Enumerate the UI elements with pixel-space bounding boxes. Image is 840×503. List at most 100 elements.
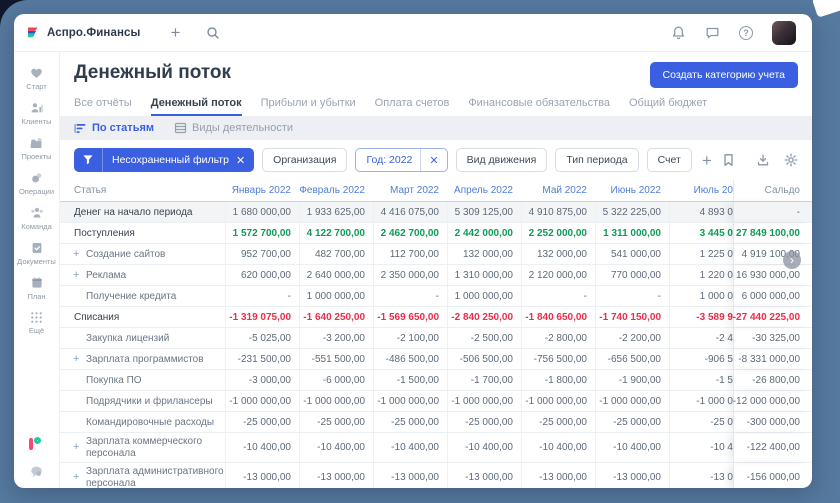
expand-row-icon[interactable]: + [73, 248, 86, 260]
filter-chip-4[interactable]: Вид движения [456, 148, 548, 172]
search-icon[interactable] [206, 26, 220, 40]
operations-icon [29, 171, 44, 185]
table-row: +Зарплата программистов-231 500,00-551 5… [60, 349, 812, 370]
cell-value: -10 400,00 [521, 433, 595, 462]
bell-icon[interactable] [671, 25, 686, 40]
cell-value: -1 569 650,00 [373, 307, 447, 327]
column-header-month[interactable]: Июль 20 [669, 180, 733, 201]
view-subtabs: По статьям Виды деятельности [60, 116, 812, 140]
cell-value: -2 500,00 [447, 328, 521, 348]
cell-value: 1 220 0 [669, 265, 733, 285]
sidebar-item-4[interactable]: Операции [14, 166, 59, 201]
cell-value: -13 000,00 [373, 463, 447, 488]
column-header-month[interactable]: Январь 2022 [225, 180, 299, 201]
tab-5[interactable]: Финансовые обязательства [468, 97, 610, 116]
tab-4[interactable]: Оплата счетов [375, 97, 450, 116]
expand-row-icon[interactable]: + [73, 441, 86, 454]
cell-value: -1 000 000,00 [299, 391, 373, 411]
app-logo-icon [26, 26, 40, 40]
column-header-month[interactable]: Март 2022 [373, 180, 447, 201]
cell-value: -13 000,00 [299, 463, 373, 488]
gear-icon[interactable] [784, 153, 798, 167]
subtab-1[interactable]: По статьям [74, 122, 154, 134]
cashflow-table: СтатьяЯнварь 2022Февраль 2022Март 2022Ап… [60, 180, 812, 488]
sidebar-item-2[interactable]: Клиенты [14, 96, 59, 131]
column-header-month[interactable]: Май 2022 [521, 180, 595, 201]
cell-saldo: 16 930 000,00 [733, 265, 812, 285]
table-row: +Зарплата административного персонала-13… [60, 463, 812, 488]
bookmark-icon[interactable] [722, 153, 735, 167]
more-grid-icon [30, 311, 43, 324]
tab-2[interactable]: Денежный поток [151, 97, 242, 116]
chat-icon[interactable] [705, 25, 720, 40]
expand-row-icon[interactable]: + [73, 353, 86, 365]
sidebar-item-1[interactable]: Старт [14, 61, 59, 96]
cell-value: 1 311 000,00 [595, 223, 669, 243]
sidebar-item-7[interactable]: План [14, 271, 59, 306]
cell-saldo: -12 000 000,00 [733, 391, 812, 411]
expand-row-icon[interactable]: + [73, 269, 86, 281]
cell-value: 4 416 075,00 [373, 202, 447, 222]
aspro-product-logo[interactable] [29, 437, 45, 451]
cell-value: -25 000,00 [521, 412, 595, 432]
add-icon[interactable]: + [170, 24, 180, 41]
filter-chip-3[interactable]: Год: 2022✕ [355, 148, 447, 172]
tab-3[interactable]: Прибыли и убытки [261, 97, 356, 116]
report-tabs: Все отчёты Денежный поток Прибыли и убытки… [60, 88, 812, 116]
cell-saldo: - [733, 202, 812, 222]
row-label: Подрядчики и фрилансеры [86, 396, 213, 407]
screenshot-stage: Аспро.Финансы + ? [0, 0, 840, 503]
funnel-icon [74, 148, 103, 172]
subtab-2[interactable]: Виды деятельности [174, 122, 293, 134]
remove-filter-icon[interactable]: ✕ [420, 149, 446, 171]
cell-value: -10 400,00 [225, 433, 299, 462]
sidebar-item-5[interactable]: Команда [14, 201, 59, 236]
plan-icon [30, 276, 44, 290]
page-title: Денежный поток [74, 62, 231, 84]
cell-value: 5 309 125,00 [447, 202, 521, 222]
team-icon [29, 206, 45, 220]
column-header-month[interactable]: Июнь 2022 [595, 180, 669, 201]
sidebar-item-label: Ещё [29, 326, 44, 335]
table-row: +Зарплата коммерческого персонала-10 400… [60, 433, 812, 463]
row-label: Закупка лицензий [86, 333, 169, 344]
cell-value: 2 462 700,00 [373, 223, 447, 243]
tab-1[interactable]: Все отчёты [74, 97, 132, 116]
cell-value: -231 500,00 [225, 349, 299, 369]
cell-value: -1 000 000,00 [447, 391, 521, 411]
cell-value: 132 000,00 [447, 244, 521, 264]
table-row: Поступления1 572 700,004 122 700,002 462… [60, 223, 812, 244]
sidebar-item-8[interactable]: Ещё [14, 306, 59, 340]
create-category-button[interactable]: Создать категорию учета [650, 62, 798, 88]
filter-chip-5[interactable]: Тип периода [555, 148, 638, 172]
row-label: Денег на начало периода [74, 207, 193, 218]
download-icon[interactable] [756, 153, 770, 167]
row-label: Покупка ПО [86, 375, 142, 386]
cell-value: -3 000,00 [225, 370, 299, 390]
user-avatar[interactable] [772, 21, 796, 45]
column-header-month[interactable]: Февраль 2022 [299, 180, 373, 201]
tab-6[interactable]: Общий бюджет [629, 97, 707, 116]
column-header-month[interactable]: Апрель 2022 [447, 180, 521, 201]
help-icon[interactable]: ? [739, 26, 753, 40]
table-row: Денег на начало периода1 680 000,001 933… [60, 202, 812, 223]
filter-chip-2[interactable]: Организация [262, 148, 347, 172]
sidebar-item-6[interactable]: Документы [14, 236, 59, 271]
cell-value: -13 000,00 [447, 463, 521, 488]
cell-value: 4 893 0 [669, 202, 733, 222]
expand-row-icon[interactable]: + [73, 471, 86, 484]
filter-chip-6[interactable]: Счет [647, 148, 692, 172]
sidebar-item-3[interactable]: Проекты [14, 131, 59, 166]
column-header-saldo: Сальдо [733, 180, 812, 201]
cell-value: 1 225 0 [669, 244, 733, 264]
cell-value: 1 933 625,00 [299, 202, 373, 222]
row-label: Зарплата коммерческого персонала [86, 436, 225, 460]
add-filter-icon[interactable]: + [702, 152, 712, 169]
table-row: Покупка ПО-3 000,00-6 000,00-1 500,00-1 … [60, 370, 812, 391]
filter-chip-1[interactable]: Несохраненный фильтр✕ [74, 148, 254, 172]
heart-icon [29, 66, 44, 80]
cell-value: -10 4 [669, 433, 733, 462]
support-chat-icon[interactable] [29, 465, 44, 478]
remove-filter-icon[interactable]: ✕ [236, 154, 245, 167]
scroll-right-button[interactable]: › [783, 251, 801, 269]
